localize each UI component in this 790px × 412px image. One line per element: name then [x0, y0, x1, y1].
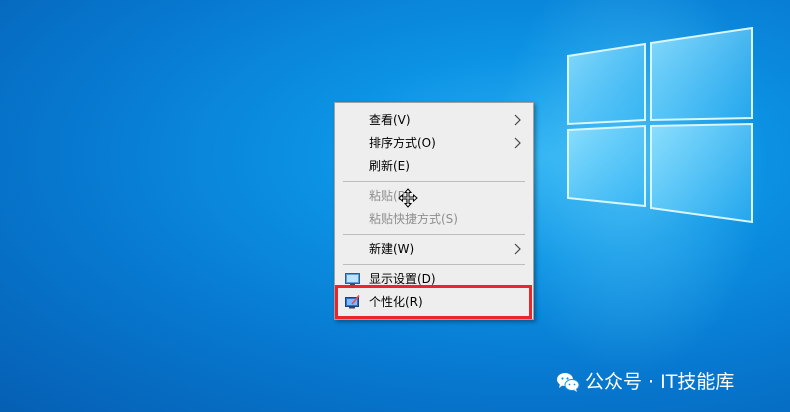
move-cursor-icon — [398, 188, 418, 208]
chevron-right-icon — [514, 137, 521, 149]
menu-item-label: 粘贴快捷方式(S) — [369, 212, 458, 226]
watermark-text: 公众号 · IT技能库 — [585, 371, 735, 393]
menu-item-refresh[interactable]: 刷新(E) — [335, 155, 533, 177]
menu-item-view[interactable]: 查看(V) — [335, 109, 533, 131]
chevron-right-icon — [514, 114, 521, 126]
desktop-background[interactable]: 查看(V) 排序方式(O) 刷新(E) 粘贴(P) 粘贴快捷方式(S) 新建(W… — [0, 0, 790, 412]
menu-separator — [343, 264, 525, 265]
menu-item-paste-shortcut[interactable]: 粘贴快捷方式(S) — [335, 208, 533, 230]
chevron-right-icon — [514, 243, 521, 255]
menu-separator — [343, 234, 525, 235]
menu-item-sort-by[interactable]: 排序方式(O) — [335, 132, 533, 154]
windows-logo — [567, 26, 753, 224]
highlight-box — [335, 285, 532, 319]
menu-item-paste[interactable]: 粘贴(P) — [335, 185, 533, 207]
menu-item-label: 查看(V) — [369, 113, 411, 127]
menu-item-new[interactable]: 新建(W) — [335, 238, 533, 260]
menu-separator — [343, 181, 525, 182]
display-settings-icon — [345, 273, 360, 286]
menu-item-label: 排序方式(O) — [369, 136, 436, 150]
menu-item-label: 刷新(E) — [369, 159, 410, 173]
wechat-icon — [557, 373, 580, 392]
menu-item-label: 新建(W) — [369, 242, 415, 256]
